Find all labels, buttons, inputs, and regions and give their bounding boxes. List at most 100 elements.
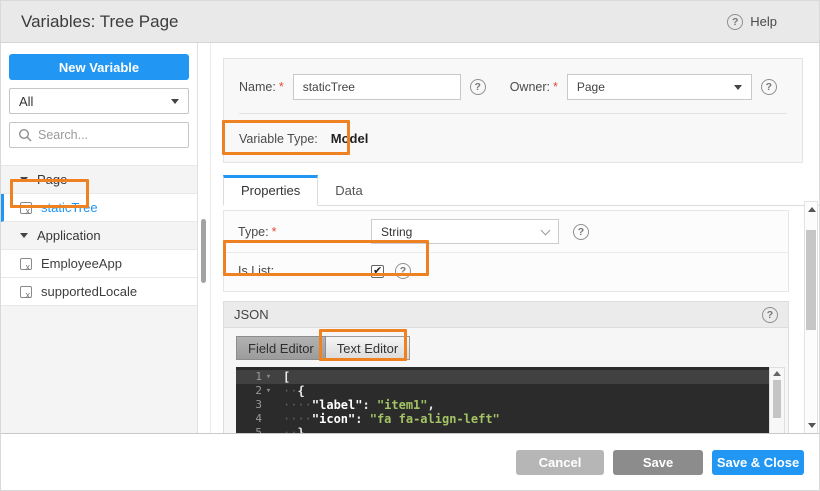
variable-type-row: Variable Type: Model [224,114,802,162]
scroll-up-icon[interactable] [773,371,781,376]
variable-header-form: Name: * Owner: * Page [223,58,803,163]
owner-value: Page [576,80,605,94]
variable-type-label: Variable Type: [239,131,318,146]
name-label: Name: [239,80,276,94]
dialog-footer: Cancel Save Save & Close [1,433,819,490]
line-number: 1 [255,370,262,383]
json-section-title: JSON [234,307,269,322]
variable-filter-value: All [19,93,34,109]
triangle-down-icon [20,233,28,238]
text-editor-button[interactable]: Text Editor [325,336,411,360]
properties-groupbox: Type:* String Is List: [223,210,789,292]
owner-label: Owner: [509,80,550,94]
code-line[interactable]: 1 ▾ [ [236,370,769,384]
tree-item-statictree[interactable]: staticTree [1,194,197,222]
help-label: Help [750,14,777,29]
name-input[interactable] [292,74,461,100]
fold-gutter [262,398,275,412]
variable-icon [20,201,32,216]
fold-gutter [262,412,275,426]
code-line[interactable]: 3 ····"label": "item1", [236,398,769,412]
tree-group-label: Page [37,172,68,187]
is-list-checkbox[interactable] [371,264,384,278]
json-code-editor[interactable]: 1 ▾ [2 ▾ ··{ 3 ····"label": "item1", 4 ····"icon… [236,367,785,433]
tree-group-application[interactable]: Application [1,222,197,250]
new-variable-button[interactable]: New Variable [9,54,189,80]
search-input[interactable] [38,128,180,142]
owner-select[interactable]: Page [566,74,752,100]
properties-scrollbar [804,201,818,433]
tree-item-label: supportedLocale [41,284,138,299]
variable-icon [20,257,32,272]
code-text: ····"label": "item1", [283,398,435,412]
tree-item-employeeapp[interactable]: EmployeeApp [1,250,197,278]
sidebar-scrollbar [198,43,210,433]
code-line[interactable]: 2 ▾ ··{ [236,384,769,398]
line-number: 3 [255,398,262,411]
code-text: ··} [283,426,305,433]
line-number: 2 [255,384,262,397]
name-owner-row: Name: * Owner: * Page [224,59,802,113]
required-marker: * [553,80,558,94]
chevron-down-icon [540,225,551,235]
tree-group-label: Application [37,228,101,243]
tab-properties[interactable]: Properties [223,175,319,206]
code-text: [ [283,370,291,384]
scroll-down-icon[interactable] [808,423,816,428]
sidebar-controls: New Variable All [1,43,197,156]
owner-help-icon[interactable] [760,79,777,95]
editor-scrollbar-thumb[interactable] [773,380,781,418]
variable-type-value: Model [330,131,369,146]
cancel-button[interactable]: Cancel [516,450,604,475]
page-title: Variables: Tree Page [21,11,179,31]
field-editor-button[interactable]: Field Editor [236,336,326,360]
code-lines[interactable]: 1 ▾ [2 ▾ ··{ 3 ····"label": "item1", 4 ····"icon… [236,367,769,433]
properties-scrollbar-thumb[interactable] [806,230,816,330]
json-help-icon[interactable] [762,306,778,323]
triangle-down-icon [20,177,28,182]
name-help-icon[interactable] [469,79,486,95]
caret-down-icon [171,98,179,104]
variables-dialog: Variables: Tree Page Help New Variable A… [0,0,820,491]
type-value: String [381,224,413,239]
caret-down-icon [733,84,742,90]
is-list-label: Is List: [238,264,275,278]
variables-tree: Page staticTree Application EmployeeApp … [1,165,197,306]
editor-scrollbar [769,367,785,433]
type-help-icon[interactable] [573,223,589,240]
help-button[interactable]: Help [727,13,777,30]
tab-data[interactable]: Data [318,176,379,205]
required-marker: * [271,224,277,239]
search-icon [18,128,32,142]
json-section: JSON Field Editor Text Editor 1▾ [2▾ ··{ 3 ·… [223,301,789,433]
is-list-help-icon[interactable] [395,263,411,279]
type-row: Type: * String [224,211,788,252]
fold-caret-icon[interactable]: ▾ [262,370,275,384]
fold-gutter [262,426,275,433]
save-button[interactable]: Save [613,450,703,475]
editor-tabbar: Properties Data [223,175,819,206]
type-select[interactable]: String [371,219,559,244]
question-circle-icon [727,13,744,30]
tree-item-supportedlocale[interactable]: supportedLocale [1,278,197,306]
sidebar-filler [1,306,197,433]
type-label: Type: * [238,224,277,239]
line-number: 4 [255,412,262,425]
scroll-up-icon[interactable] [808,207,816,212]
required-marker: * [278,80,284,94]
save-close-button[interactable]: Save & Close [712,450,804,475]
variable-filter-select[interactable]: All [9,88,189,114]
fold-caret-icon[interactable]: ▾ [262,384,275,398]
code-line[interactable]: 4 ····"icon": "fa fa-align-left" [236,412,769,426]
search-box[interactable] [9,122,189,148]
sidebar-scrollbar-thumb[interactable] [201,219,206,283]
tree-item-label: staticTree [41,200,98,215]
code-line[interactable]: 5 ··} [236,426,769,433]
code-text: ··{ [283,384,305,398]
tree-group-page[interactable]: Page [1,166,197,194]
dialog-body: New Variable All Page [1,43,819,433]
variable-icon [20,285,32,300]
title-bar: Variables: Tree Page Help [1,1,819,43]
variables-sidebar: New Variable All Page [1,43,198,433]
line-number: 5 [255,426,262,433]
